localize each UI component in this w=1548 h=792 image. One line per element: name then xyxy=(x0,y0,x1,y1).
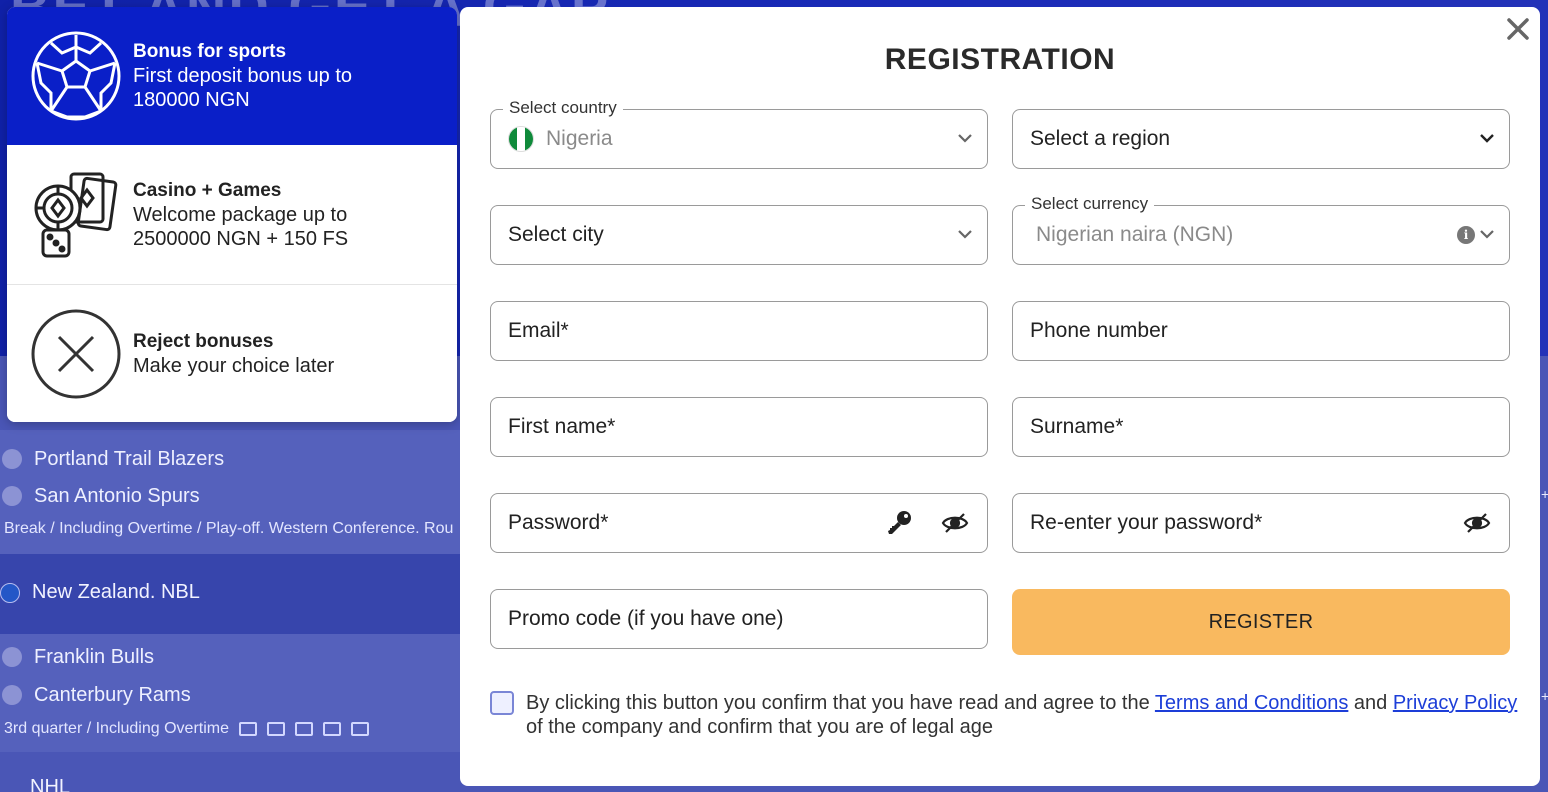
bonus-selection-panel: Bonus for sports First deposit bonus up … xyxy=(7,7,457,422)
team-row: Canterbury Rams xyxy=(0,680,191,710)
lineup-icon[interactable] xyxy=(351,722,369,736)
currency-select[interactable]: Select currency Nigerian naira (NGN) i xyxy=(1012,194,1510,265)
bonus-description: Make your choice later xyxy=(133,354,335,377)
password-repeat-field[interactable]: Re-enter your password* xyxy=(1012,493,1510,553)
consent-text-before: By clicking this button you confirm that… xyxy=(526,692,1155,714)
league-name-row: NHL xyxy=(0,776,70,792)
registration-modal: REGISTRATION Select country Nigeria Sele… xyxy=(460,7,1540,786)
team-logo-icon xyxy=(2,486,22,506)
team-name: Canterbury Rams xyxy=(34,683,191,706)
new-zealand-flag-icon xyxy=(0,582,20,603)
terms-consent: By clicking this button you confirm that… xyxy=(490,691,1520,739)
bonus-text: Bonus for sports First deposit bonus up … xyxy=(133,40,423,112)
promo-code-field[interactable]: Promo code (if you have one) xyxy=(490,589,988,649)
event-meta: 3rd quarter / Including Overtime xyxy=(4,720,369,738)
bonus-text: Casino + Games Welcome package up to 250… xyxy=(133,179,423,251)
eye-hidden-icon[interactable] xyxy=(1463,509,1491,537)
currency-label: Select currency xyxy=(1025,194,1155,214)
event-row[interactable]: Portland Trail Blazers San Antonio Spurs… xyxy=(0,430,470,554)
league-name-row: New Zealand. NBL xyxy=(0,581,200,604)
team-logo-icon xyxy=(2,685,22,705)
phone-placeholder: Phone number xyxy=(1030,319,1168,342)
team-logo-icon xyxy=(2,449,22,469)
bonus-option-reject[interactable]: Reject bonuses Make your choice later xyxy=(7,285,457,422)
password-placeholder: Password* xyxy=(508,511,609,534)
region-placeholder: Select a region xyxy=(1030,127,1171,150)
stats-icon[interactable] xyxy=(267,722,285,736)
more-markets-icon[interactable]: + xyxy=(1541,688,1548,704)
team-row: San Antonio Spurs xyxy=(0,481,200,511)
chevron-down-icon xyxy=(958,134,972,143)
chevron-down-icon xyxy=(1480,134,1494,143)
bonus-option-sports[interactable]: Bonus for sports First deposit bonus up … xyxy=(7,7,457,145)
country-value: Nigeria xyxy=(546,127,613,150)
password-field[interactable]: Password* xyxy=(490,493,988,553)
first-name-placeholder: First name* xyxy=(508,415,616,438)
consent-text-after: of the company and confirm that you are … xyxy=(526,716,993,738)
info-icon[interactable]: i xyxy=(1457,226,1475,244)
bonus-title: Casino + Games xyxy=(133,179,282,201)
password-field-icons xyxy=(885,509,969,537)
terms-link[interactable]: Terms and Conditions xyxy=(1155,692,1348,714)
eye-hidden-icon[interactable] xyxy=(941,509,969,537)
soccer-ball-icon xyxy=(31,31,121,121)
key-icon[interactable] xyxy=(885,509,913,537)
event-row[interactable]: Franklin Bulls Canterbury Rams 3rd quart… xyxy=(0,634,470,752)
league-name: New Zealand. NBL xyxy=(32,581,200,603)
bonus-title: Reject bonuses xyxy=(133,330,274,352)
promo-code-placeholder: Promo code (if you have one) xyxy=(508,607,784,630)
first-name-field[interactable]: First name* xyxy=(490,397,988,457)
team-name: Franklin Bulls xyxy=(34,645,155,668)
surname-placeholder: Surname* xyxy=(1030,415,1124,438)
email-placeholder: Email* xyxy=(508,319,569,342)
country-label: Select country xyxy=(503,98,623,118)
registration-title: REGISTRATION xyxy=(884,43,1116,76)
nigeria-flag-icon xyxy=(508,126,534,152)
stream-icon[interactable] xyxy=(239,722,257,736)
bonus-text: Reject bonuses Make your choice later xyxy=(133,330,423,378)
privacy-policy-link[interactable]: Privacy Policy xyxy=(1393,692,1517,714)
password-repeat-field-icons xyxy=(1463,509,1491,537)
reject-x-icon xyxy=(31,309,121,399)
region-select[interactable]: Select a region xyxy=(1012,109,1510,169)
consent-text-middle: and xyxy=(1348,692,1393,714)
close-icon[interactable] xyxy=(1504,15,1532,43)
team-name: San Antonio Spurs xyxy=(34,484,200,507)
league-name: NHL xyxy=(30,776,71,792)
bonus-description: Welcome package up to 2500000 NGN + 150 … xyxy=(133,203,349,250)
email-field[interactable]: Email* xyxy=(490,301,988,361)
league-header[interactable]: New Zealand. NBL xyxy=(0,554,470,634)
list-icon[interactable] xyxy=(323,722,341,736)
country-select[interactable]: Select country Nigeria xyxy=(490,98,988,169)
city-placeholder: Select city xyxy=(508,223,604,246)
currency-value: Nigerian naira (NGN) xyxy=(1036,223,1234,246)
event-meta-text: 3rd quarter / Including Overtime xyxy=(4,720,229,737)
casino-chips-cards-icon xyxy=(31,170,121,260)
team-name: Portland Trail Blazers xyxy=(34,447,225,470)
more-markets-icon[interactable]: + xyxy=(1541,486,1548,502)
terms-checkbox[interactable] xyxy=(490,691,514,715)
chevron-down-icon xyxy=(1480,230,1494,239)
chart-icon[interactable] xyxy=(295,722,313,736)
bonus-description: First deposit bonus up to 180000 NGN xyxy=(133,65,353,111)
consent-text: By clicking this button you confirm that… xyxy=(526,691,1520,739)
surname-field[interactable]: Surname* xyxy=(1012,397,1510,457)
team-row: Franklin Bulls xyxy=(0,642,154,672)
bonus-option-casino[interactable]: Casino + Games Welcome package up to 250… xyxy=(7,145,457,285)
chevron-down-icon xyxy=(958,230,972,239)
team-logo-icon xyxy=(2,647,22,667)
bonus-title: Bonus for sports xyxy=(133,41,287,62)
password-repeat-placeholder: Re-enter your password* xyxy=(1030,511,1263,534)
event-meta: Break / Including Overtime / Play-off. W… xyxy=(4,520,454,537)
register-button[interactable]: REGISTER xyxy=(1012,589,1510,655)
city-select[interactable]: Select city xyxy=(490,205,988,265)
team-row: Portland Trail Blazers xyxy=(0,444,224,474)
phone-field[interactable]: Phone number xyxy=(1012,301,1510,361)
